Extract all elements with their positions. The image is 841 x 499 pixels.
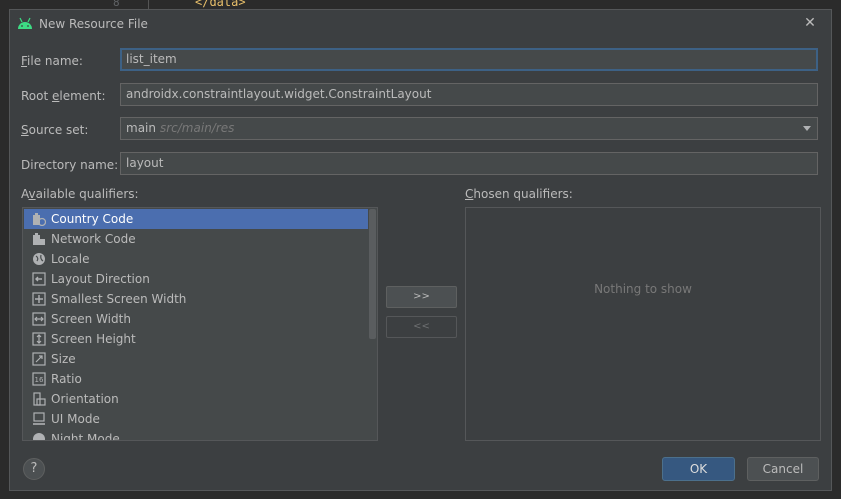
new-resource-file-dialog: New Resource File ✕ File name: Root elem… xyxy=(9,9,832,491)
directory-name-value: layout xyxy=(126,156,164,170)
chosen-qualifiers-list[interactable]: Nothing to show xyxy=(465,207,821,441)
directory-name-label: Directory name: xyxy=(21,158,119,172)
list-item-label: Screen Height xyxy=(51,332,136,346)
file-name-label: File name: xyxy=(21,54,83,68)
list-item-label: Night Mode xyxy=(51,432,120,441)
globe-icon xyxy=(32,252,46,266)
list-item[interactable]: Orientation xyxy=(24,389,368,409)
directory-name-field[interactable]: layout xyxy=(120,152,818,175)
list-item[interactable]: UI Mode xyxy=(24,409,368,429)
list-item[interactable]: Smallest Screen Width xyxy=(24,289,368,309)
ok-button[interactable]: OK xyxy=(662,457,735,481)
svg-text:16: 16 xyxy=(35,376,44,384)
help-button[interactable]: ? xyxy=(23,458,45,480)
source-set-label: Source set: xyxy=(21,123,89,137)
list-item[interactable]: Locale xyxy=(24,249,368,269)
orientation-icon xyxy=(32,392,46,406)
list-item[interactable]: 16 Ratio xyxy=(24,369,368,389)
empty-list-text: Nothing to show xyxy=(594,282,692,296)
layout-direction-icon xyxy=(32,272,46,286)
source-set-value: main xyxy=(126,121,156,135)
list-item-label: Network Code xyxy=(51,232,136,246)
list-item-label: Orientation xyxy=(51,392,119,406)
list-item[interactable]: Country Code xyxy=(24,209,368,229)
list-item[interactable]: Screen Height xyxy=(24,329,368,349)
screen-width-icon xyxy=(32,312,46,326)
close-icon[interactable]: ✕ xyxy=(803,16,817,30)
size-icon xyxy=(32,352,46,366)
list-scrollbar[interactable] xyxy=(369,209,376,339)
list-item-label: Locale xyxy=(51,252,90,266)
list-item-label: Ratio xyxy=(51,372,82,386)
list-item[interactable]: Screen Width xyxy=(24,309,368,329)
source-set-hint: src/main/res xyxy=(159,121,235,135)
network-code-icon xyxy=(32,232,46,246)
list-item[interactable]: Layout Direction xyxy=(24,269,368,289)
file-name-field[interactable] xyxy=(120,48,818,71)
remove-qualifier-button[interactable]: << xyxy=(386,316,457,338)
dialog-titlebar[interactable]: New Resource File ✕ xyxy=(10,10,831,38)
chevron-down-icon[interactable] xyxy=(803,126,811,131)
cancel-button[interactable]: Cancel xyxy=(747,457,819,481)
android-icon xyxy=(18,17,32,29)
code-line: </data> xyxy=(195,0,246,9)
list-item-label: Screen Width xyxy=(51,312,131,326)
add-qualifier-button[interactable]: >> xyxy=(386,286,457,308)
root-element-label: Root element: xyxy=(21,89,106,103)
ratio-icon: 16 xyxy=(32,372,46,386)
chosen-qualifiers-label: Chosen qualifiers: xyxy=(465,187,573,201)
night-mode-icon xyxy=(32,432,46,440)
smallest-width-icon xyxy=(32,292,46,306)
list-item[interactable]: Network Code xyxy=(24,229,368,249)
list-item[interactable]: Night Mode xyxy=(24,429,368,441)
list-item-label: Country Code xyxy=(51,212,134,226)
dialog-title: New Resource File xyxy=(39,17,148,31)
root-element-value: androidx.constraintlayout.widget.Constra… xyxy=(126,87,432,101)
list-item-label: UI Mode xyxy=(51,412,100,426)
available-qualifiers-label: Available qualifiers: xyxy=(21,187,139,201)
list-item-label: Layout Direction xyxy=(51,272,150,286)
file-name-input[interactable] xyxy=(126,52,812,66)
country-code-icon xyxy=(32,212,47,227)
source-set-select[interactable]: main src/main/res xyxy=(120,117,818,140)
list-item-label: Smallest Screen Width xyxy=(51,292,187,306)
available-qualifiers-list[interactable]: Country Code Network Code Locale Layout Dir… xyxy=(22,207,378,441)
line-number: 8 xyxy=(113,0,120,9)
root-element-field[interactable]: androidx.constraintlayout.widget.Constra… xyxy=(120,83,818,106)
ui-mode-icon xyxy=(32,412,46,426)
screen-height-icon xyxy=(32,332,46,346)
list-item[interactable]: Size xyxy=(24,349,368,369)
list-item-label: Size xyxy=(51,352,76,366)
